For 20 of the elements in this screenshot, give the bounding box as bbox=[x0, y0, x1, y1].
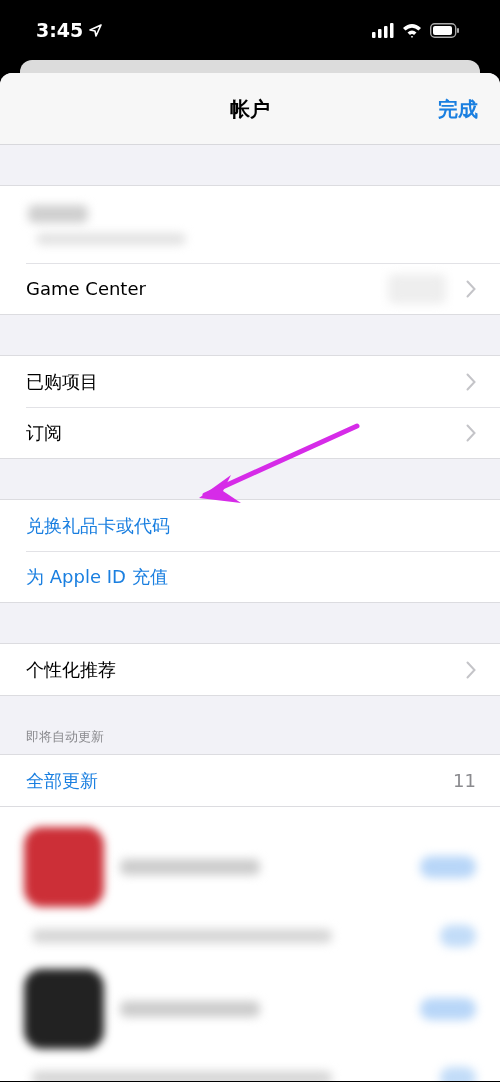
location-icon bbox=[89, 23, 103, 37]
list-row[interactable]: 已购项目 bbox=[0, 356, 500, 407]
update-all-link[interactable]: 全部更新 bbox=[26, 767, 98, 794]
signal-icon bbox=[372, 22, 394, 38]
chevron-icon bbox=[466, 660, 476, 679]
nav-title: 帐户 bbox=[230, 95, 270, 123]
link-row[interactable]: 兑换礼品卡或代码 bbox=[0, 500, 500, 551]
list-row[interactable]: 个性化推荐 bbox=[0, 644, 500, 695]
section-header: 即将自动更新 bbox=[26, 727, 104, 746]
update-count: 11 bbox=[453, 769, 476, 793]
chevron-icon bbox=[466, 423, 476, 442]
link-row[interactable]: 为 Apple ID 充值 bbox=[0, 551, 500, 602]
done-button[interactable]: 完成 bbox=[438, 93, 478, 124]
wifi-icon bbox=[402, 22, 422, 38]
chevron-icon bbox=[466, 279, 476, 298]
redacted-name bbox=[28, 204, 88, 223]
list-row[interactable]: 订阅 bbox=[0, 407, 500, 458]
chevron-icon bbox=[466, 372, 476, 391]
status-time: 3:45 bbox=[36, 17, 84, 43]
battery-icon bbox=[430, 22, 460, 38]
